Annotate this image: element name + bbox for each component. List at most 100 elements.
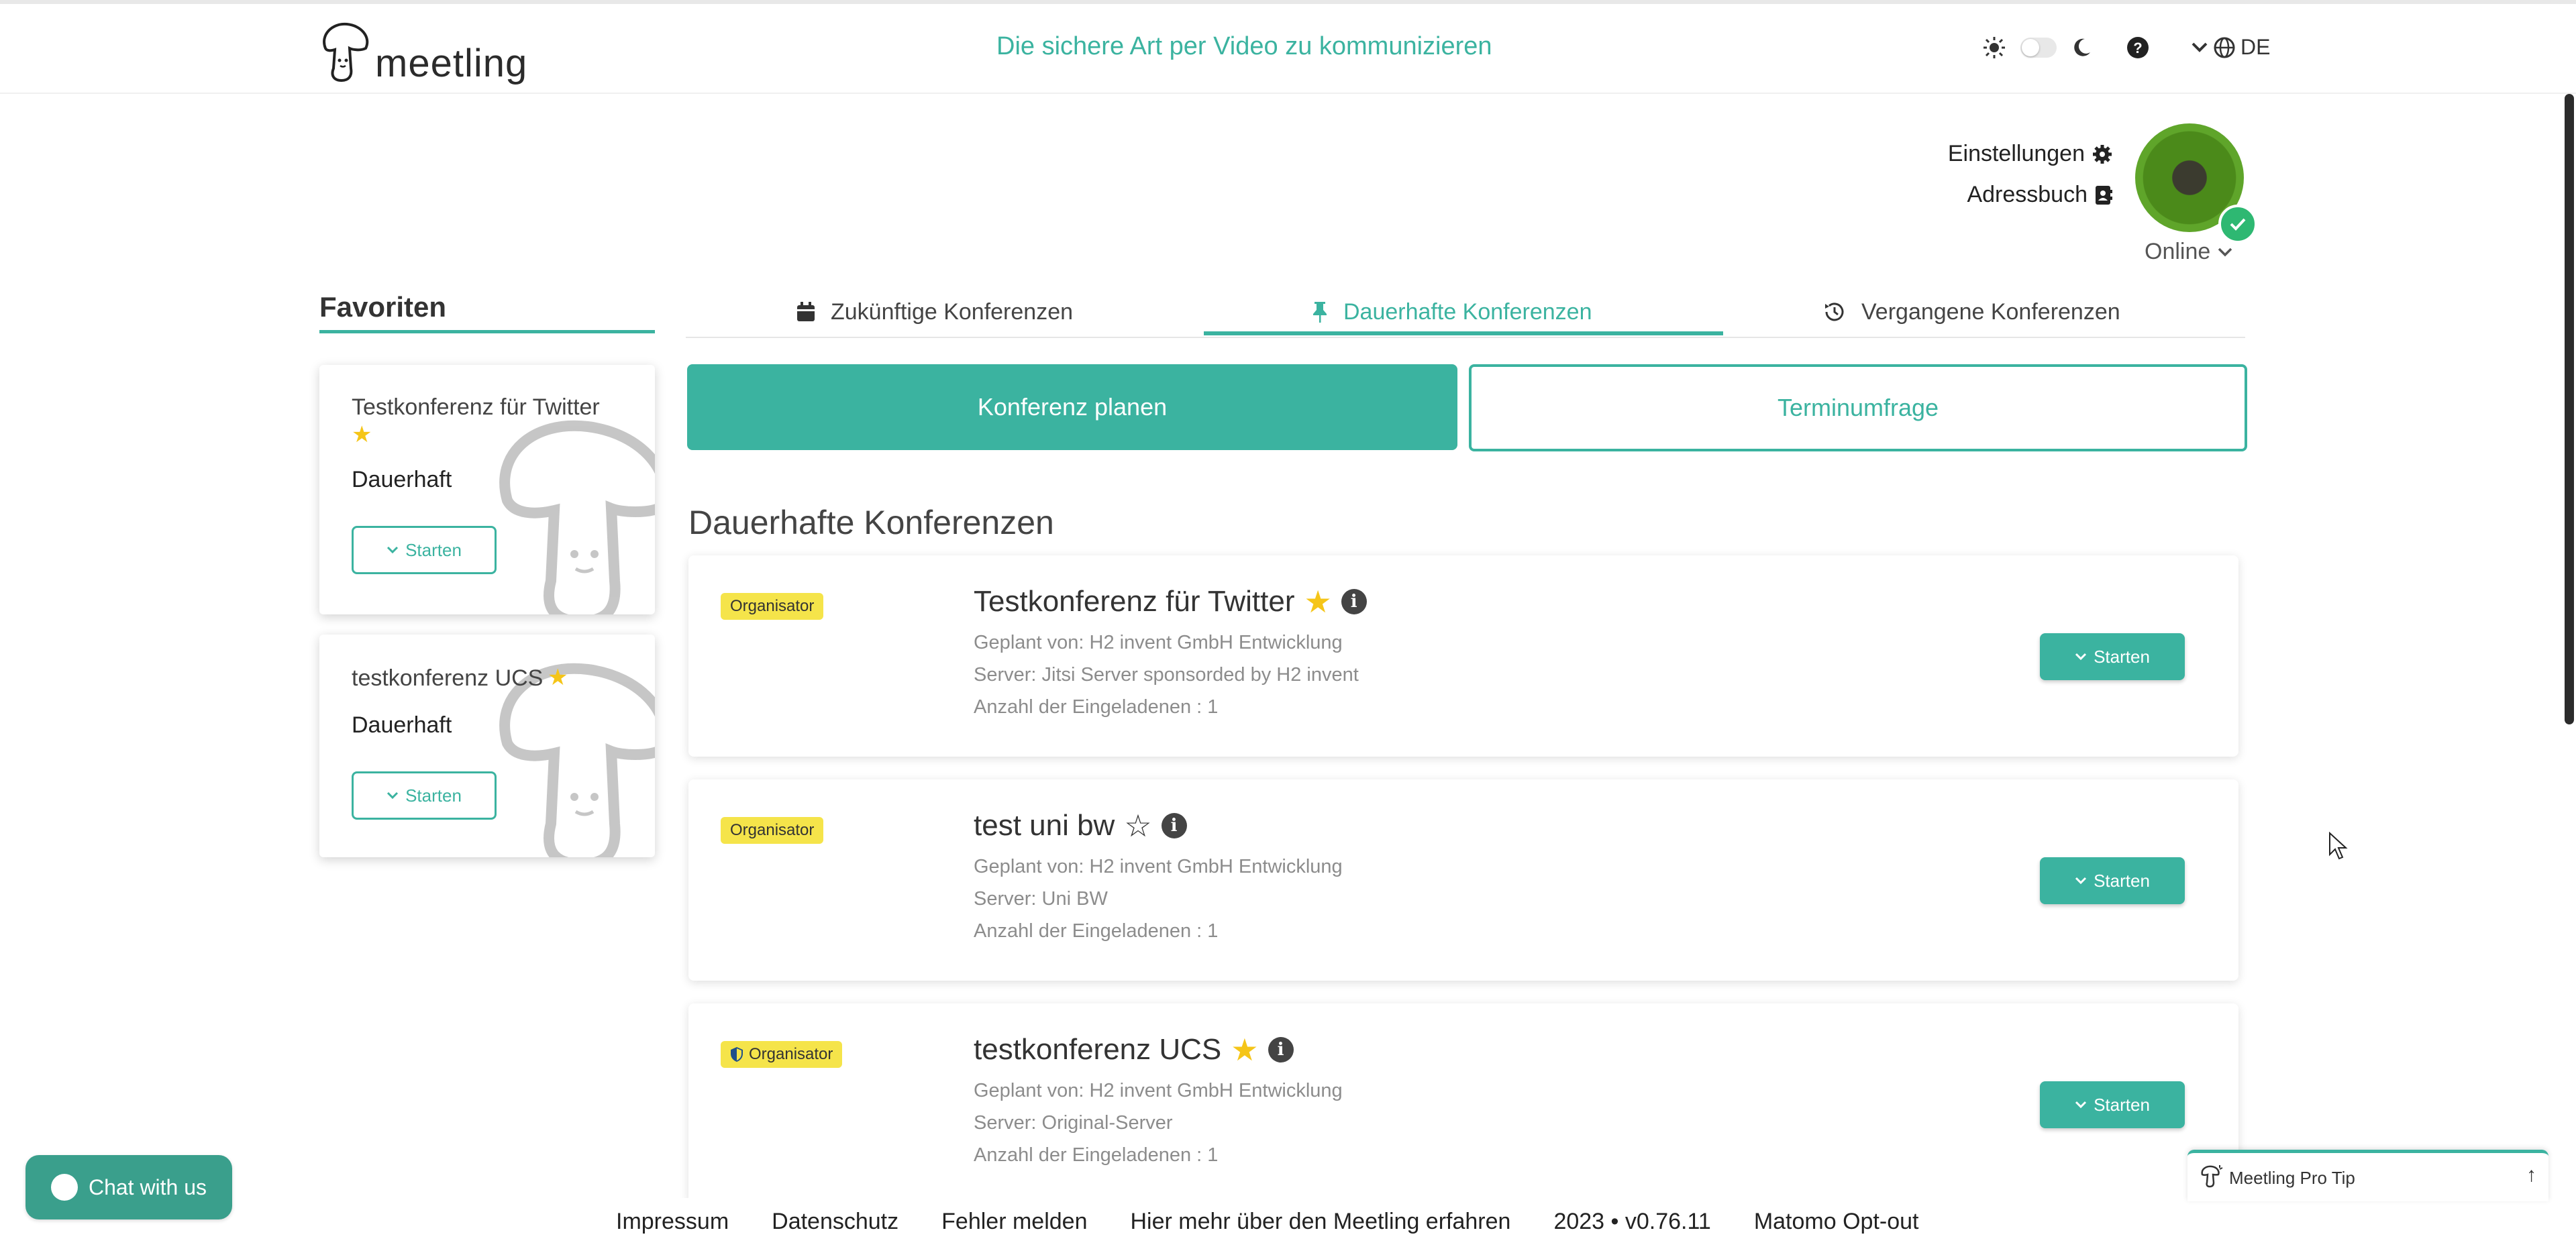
plan-conference-button[interactable]: Konferenz planen xyxy=(687,364,1457,450)
language-selector[interactable]: DE xyxy=(2191,35,2270,60)
footer-link-matomo[interactable]: Matomo Opt-out xyxy=(1754,1209,1919,1235)
invited-count: Anzahl der Eingeladenen : 1 xyxy=(974,920,1219,942)
invited-count: Anzahl der Eingeladenen : 1 xyxy=(974,696,1219,718)
tab-label: Zukünftige Konferenzen xyxy=(831,298,1074,325)
star-filled-icon[interactable]: ★ xyxy=(352,421,372,448)
svg-text:?: ? xyxy=(2133,40,2142,56)
role-badge: Organisator xyxy=(721,817,824,844)
conference-card: Organisator Testkonferenz für Twitter ★ … xyxy=(688,555,2238,757)
favorite-type: Dauerhaft xyxy=(352,712,452,738)
meetling-logo[interactable]: meetling xyxy=(319,16,527,83)
tab-label: Vergangene Konferenzen xyxy=(1861,298,2120,325)
chevron-down-icon xyxy=(2218,248,2232,256)
start-label: Starten xyxy=(2094,1094,2150,1115)
history-icon xyxy=(1825,303,1844,321)
role-badge: Organisator xyxy=(721,593,824,620)
gear-icon xyxy=(2093,144,2112,164)
start-label: Starten xyxy=(2094,870,2150,891)
calendar-icon xyxy=(797,302,815,321)
start-label: Starten xyxy=(2094,646,2150,667)
tab-future[interactable]: Zukünftige Konferenzen xyxy=(796,288,1073,335)
theme-toggle[interactable] xyxy=(2020,37,2057,58)
toggle-knob xyxy=(2022,38,2039,56)
tab-permanent[interactable]: Dauerhafte Konferenzen xyxy=(1311,288,1592,335)
addressbook-link[interactable]: Adressbuch xyxy=(1948,182,2113,208)
conference-card: Organisator test uni bw ☆ i Geplant von:… xyxy=(688,779,2238,981)
start-button[interactable]: Starten xyxy=(2040,633,2185,680)
star-filled-icon[interactable]: ★ xyxy=(548,664,568,691)
shield-icon xyxy=(731,1047,743,1062)
conference-title-row: testkonferenz UCS ★ i xyxy=(974,1033,1294,1067)
star-filled-icon[interactable]: ★ xyxy=(1231,1034,1258,1065)
star-outline-icon[interactable]: ☆ xyxy=(1124,810,1151,841)
badge-label: Organisator xyxy=(730,821,815,839)
conference-title: test uni bw xyxy=(974,809,1115,842)
conference-title: Testkonferenz für Twitter xyxy=(974,585,1295,618)
favorite-name: testkonferenz UCS xyxy=(352,665,544,691)
active-tab-indicator xyxy=(1204,331,1723,335)
header-controls: ? DE xyxy=(1983,35,2270,60)
sun-icon xyxy=(1983,36,2005,58)
info-icon[interactable]: i xyxy=(1161,813,1187,838)
chevron-down-icon xyxy=(2192,42,2208,52)
footer-link-about[interactable]: Hier mehr über den Meetling erfahren xyxy=(1130,1209,1510,1235)
globe-icon xyxy=(2214,37,2235,58)
profile-links: Einstellungen Adressbuch xyxy=(1948,141,2113,223)
planned-by: Geplant von: H2 invent GmbH Entwicklung xyxy=(974,1080,1343,1101)
favorites-underline xyxy=(319,330,655,333)
pro-tip-label: Meetling Pro Tip xyxy=(2229,1168,2355,1188)
settings-label: Einstellungen xyxy=(1947,141,2085,166)
info-icon[interactable]: i xyxy=(1341,589,1367,614)
favorite-card[interactable]: testkonferenz UCS ★ Dauerhaft Starten xyxy=(319,635,655,857)
favorite-type: Dauerhaft xyxy=(352,467,452,492)
logo-text: meetling xyxy=(375,42,528,85)
chevron-down-icon xyxy=(387,546,399,554)
mushroom-watermark-icon xyxy=(499,420,655,614)
start-button[interactable]: Starten xyxy=(2040,1081,2185,1128)
conference-tabs: Zukünftige Konferenzen Dauerhafte Konfer… xyxy=(686,288,2245,338)
tagline: Die sichere Art per Video zu kommunizier… xyxy=(996,32,1492,60)
chevron-down-icon xyxy=(2075,877,2087,885)
favorite-start-button[interactable]: Starten xyxy=(352,771,497,820)
status-selector[interactable]: Online xyxy=(2145,239,2233,265)
conference-card: Organisator testkonferenz UCS ★ i Geplan… xyxy=(688,1003,2238,1205)
help-icon[interactable]: ? xyxy=(2126,36,2149,59)
favorite-card[interactable]: Testkonferenz für Twitter ★ Dauerhaft St… xyxy=(319,365,655,614)
settings-link[interactable]: Einstellungen xyxy=(1948,141,2113,167)
conference-title-row: Testkonferenz für Twitter ★ i xyxy=(974,585,1367,618)
moon-icon xyxy=(2074,38,2090,56)
footer-link-impressum[interactable]: Impressum xyxy=(616,1209,729,1235)
pro-tip-panel[interactable]: Meetling Pro Tip ↑ xyxy=(2187,1150,2548,1201)
conference-title: testkonferenz UCS xyxy=(974,1033,1222,1066)
invited-count: Anzahl der Eingeladenen : 1 xyxy=(974,1144,1219,1166)
role-badge: Organisator xyxy=(721,1041,843,1068)
scrollbar[interactable] xyxy=(2565,94,2574,724)
favorite-start-button[interactable]: Starten xyxy=(352,526,497,574)
online-check-icon xyxy=(2218,205,2257,243)
planned-by: Geplant von: H2 invent GmbH Entwicklung xyxy=(974,856,1343,877)
conference-title-row: test uni bw ☆ i xyxy=(974,809,1187,842)
badge-label: Organisator xyxy=(730,597,815,615)
addressbook-label: Adressbuch xyxy=(1967,182,2088,207)
chat-bubble-icon xyxy=(50,1174,78,1201)
chat-button[interactable]: Chat with us xyxy=(25,1155,232,1219)
star-filled-icon[interactable]: ★ xyxy=(1304,586,1332,617)
favorites-title: Favoriten xyxy=(319,291,447,323)
app-header: meetling Die sichere Art per Video zu ko… xyxy=(0,4,2576,94)
server-info: Server: Jitsi Server sponsorded by H2 in… xyxy=(974,664,1359,686)
chat-label: Chat with us xyxy=(88,1175,207,1199)
arrow-up-icon[interactable]: ↑ xyxy=(2526,1164,2536,1187)
schedule-poll-button[interactable]: Terminumfrage xyxy=(1469,364,2247,451)
planned-by: Geplant von: H2 invent GmbH Entwicklung xyxy=(974,632,1343,653)
mouse-cursor-icon xyxy=(2329,832,2348,860)
mushroom-idea-icon xyxy=(2201,1165,2223,1188)
info-icon[interactable]: i xyxy=(1268,1037,1294,1063)
server-info: Server: Original-Server xyxy=(974,1112,1173,1134)
footer-link-privacy[interactable]: Datenschutz xyxy=(772,1209,898,1235)
badge-label: Organisator xyxy=(749,1045,833,1063)
chevron-down-icon xyxy=(2075,1101,2087,1109)
section-title: Dauerhafte Konferenzen xyxy=(688,504,1054,541)
start-button[interactable]: Starten xyxy=(2040,857,2185,904)
footer-link-report-bug[interactable]: Fehler melden xyxy=(941,1209,1087,1235)
tab-past[interactable]: Vergangene Konferenzen xyxy=(1822,288,2120,335)
